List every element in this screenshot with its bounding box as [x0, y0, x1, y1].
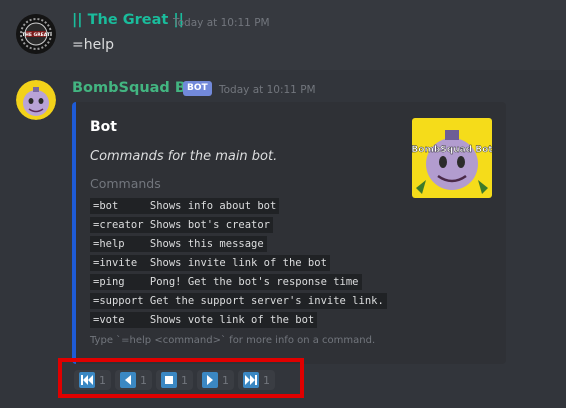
highlight-box: [58, 358, 304, 398]
thumbnail-text: BombSquad Bot: [412, 145, 492, 155]
message-timestamp: Today at 10:11 PM: [173, 17, 270, 29]
command-line: =vote Shows vote link of the bot: [90, 312, 318, 328]
command-line: =support Get the support server's invite…: [90, 293, 387, 309]
embed-thumbnail[interactable]: BombSquad Bot: [412, 118, 492, 198]
message-timestamp: Today at 10:11 PM: [219, 84, 316, 96]
command-line: =creator Shows bot's creator: [90, 217, 274, 233]
command-line: =invite Shows invite link of the bot: [90, 255, 330, 271]
embed-description: Commands for the main bot.: [90, 149, 278, 164]
help-embed: Bot Commands for the main bot. Commands …: [72, 102, 506, 364]
command-list: =bot Shows info about bot =creator Shows…: [90, 194, 387, 328]
command-line: =bot Shows info about bot: [90, 198, 280, 214]
embed-field-name: Commands: [90, 176, 161, 191]
author-name[interactable]: || The Great ||: [72, 12, 184, 28]
avatar-text: THE GREAT: [22, 32, 51, 38]
user-avatar[interactable]: THE GREAT: [16, 14, 56, 54]
command-line: =help Shows this message: [90, 236, 267, 252]
message-1: THE GREAT || The Great || Today at 10:11…: [0, 0, 566, 66]
command-line: =ping Pong! Get the bot's response time: [90, 274, 362, 290]
embed-footer: Type `=help <command>` for more info on …: [90, 335, 376, 346]
bot-tag: BOT: [183, 81, 212, 96]
embed-title: Bot: [90, 119, 117, 135]
bot-avatar[interactable]: [16, 80, 56, 120]
message-content: =help: [72, 37, 114, 53]
